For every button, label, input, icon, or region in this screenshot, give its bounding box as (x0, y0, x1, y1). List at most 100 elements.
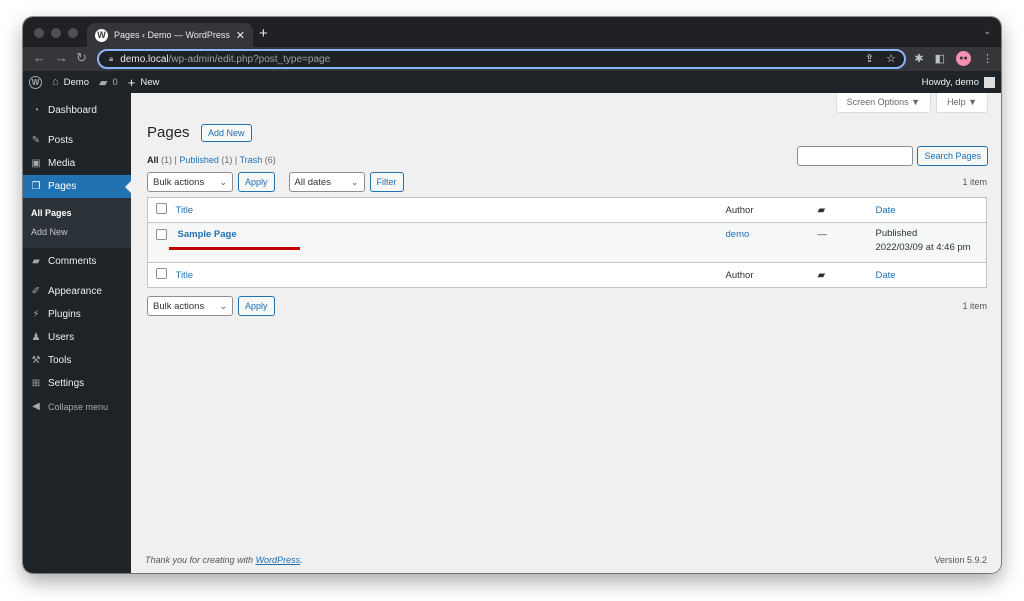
comments-icon[interactable]: ▰ (818, 205, 826, 216)
dashboard-icon: ◔ (32, 105, 40, 116)
sidebar-item-tools[interactable]: ⚒ Tools (23, 349, 131, 372)
author-column-footer: Author (725, 262, 818, 288)
author-link[interactable]: demo (726, 229, 750, 240)
browser-tab[interactable]: W Pages ‹ Demo — WordPress ✕ (87, 23, 253, 47)
forward-icon[interactable]: → (55, 50, 68, 65)
table-header-row: Title Author ▰ Date (147, 197, 987, 223)
comment-bubble-icon: ▰ (99, 76, 108, 89)
sidebar-item-media[interactable]: ▣ Media (23, 152, 131, 175)
add-new-button[interactable]: Add New (201, 124, 252, 142)
lock-icon: 🔒︎ (109, 54, 114, 63)
sidebar-item-posts[interactable]: ✎ Posts (23, 129, 131, 152)
minimize-window-button[interactable] (51, 28, 61, 38)
wordpress-logo-icon[interactable]: W (29, 75, 42, 89)
admin-sidebar: ◔ Dashboard ✎ Posts ▣ Media ❐ Pages All Page… (23, 93, 131, 573)
filter-all[interactable]: All (147, 155, 159, 165)
bulk-actions-value: Bulk actions (153, 176, 205, 188)
share-icon[interactable]: ⇪ (865, 52, 874, 65)
close-window-button[interactable] (34, 28, 44, 38)
pages-icon: ❐ (31, 181, 41, 192)
collapse-arrow-icon: ◀ (32, 401, 40, 412)
browser-menu-icon[interactable]: ⋮ (982, 52, 993, 65)
apply-button[interactable]: Apply (238, 172, 275, 192)
site-name: Demo (63, 76, 89, 88)
sidebar-item-dashboard[interactable]: ◔ Dashboard (23, 99, 131, 122)
comments-link[interactable]: ▰ 0 (99, 76, 118, 89)
select-all-checkbox[interactable] (156, 203, 167, 214)
filter-trash[interactable]: Trash (240, 155, 263, 165)
reload-icon[interactable]: ↻ (76, 50, 87, 66)
sidebar-label: Posts (48, 135, 74, 146)
browser-window: W Pages ‹ Demo — WordPress ✕ + ⌄ ← → ↻ 🔒… (23, 17, 1001, 573)
sidebar-label: Settings (48, 378, 85, 389)
title-column-footer[interactable]: Title (176, 270, 194, 281)
date-column-header[interactable]: Date (876, 205, 896, 216)
sidebar-label: Comments (48, 256, 97, 267)
user-icon: ♟ (31, 332, 41, 343)
user-account-menu[interactable]: Howdy, demo (921, 76, 995, 88)
comment-icon: ▰ (32, 256, 40, 267)
bulk-actions-value: Bulk actions (153, 300, 205, 312)
footer-thanks: Thank you for creating with WordPress. (145, 555, 303, 565)
extensions-puzzle-icon[interactable]: ✱ (914, 52, 923, 65)
new-content-link[interactable]: + New (128, 75, 160, 90)
title-column-header[interactable]: Title (176, 205, 194, 216)
pages-submenu: All Pages Add New (23, 198, 131, 248)
select-all-checkbox-bottom[interactable] (156, 268, 167, 279)
highlight-underline (169, 247, 300, 250)
tab-title: Pages ‹ Demo — WordPress (114, 30, 230, 40)
profile-avatar[interactable]: ●● (956, 51, 971, 66)
address-bar[interactable]: 🔒︎ demo.local /wp-admin/edit.php?post_ty… (97, 49, 906, 69)
chevron-down-icon: ⌄ (219, 176, 227, 187)
post-date: 2022/03/09 at 4:46 pm (875, 242, 971, 253)
date-column-footer[interactable]: Date (876, 270, 896, 281)
close-tab-icon[interactable]: ✕ (236, 29, 245, 42)
collapse-label: Collapse menu (48, 401, 109, 412)
page-title: Pages (147, 124, 190, 141)
sidebar-item-comments[interactable]: ▰ Comments (23, 250, 131, 273)
sidebar-label: Tools (48, 355, 72, 366)
submenu-all-pages[interactable]: All Pages (23, 204, 131, 223)
sidebar-label: Media (48, 158, 76, 169)
url-path: /wp-admin/edit.php?post_type=page (168, 53, 331, 65)
bulk-actions-select-bottom[interactable]: Bulk actions ⌄ (147, 296, 233, 316)
wordpress-link[interactable]: WordPress (256, 555, 301, 565)
search-input[interactable] (797, 146, 914, 166)
page-title-link[interactable]: Sample Page (176, 229, 237, 240)
filter-button[interactable]: Filter (369, 172, 404, 192)
sidebar-label: Plugins (48, 309, 81, 320)
new-tab-icon[interactable]: + (259, 25, 268, 42)
sidebar-label: Pages (48, 181, 77, 192)
bulk-actions-select[interactable]: Bulk actions ⌄ (147, 172, 233, 192)
row-checkbox[interactable] (156, 229, 167, 240)
apply-button-bottom[interactable]: Apply (238, 296, 275, 316)
back-icon[interactable]: ← (33, 50, 46, 65)
bookmark-star-icon[interactable]: ☆ (886, 52, 896, 65)
screen-options-button[interactable]: Screen Options ▼ (835, 93, 932, 113)
site-name-link[interactable]: ⌂ Demo (52, 76, 89, 88)
collapse-menu-button[interactable]: ◀ Collapse menu (23, 395, 131, 418)
maximize-window-button[interactable] (68, 28, 78, 38)
comments-icon[interactable]: ▰ (818, 270, 826, 281)
wp-admin-bar: W ⌂ Demo ▰ 0 + New Howdy, demo (23, 71, 1001, 93)
tab-search-chevron-icon[interactable]: ⌄ (983, 26, 991, 37)
howdy-text: Howdy, demo (921, 76, 979, 88)
url-host: demo.local (120, 53, 169, 65)
sidebar-item-settings[interactable]: ⊞ Settings (23, 372, 131, 395)
published-count: (1) (221, 155, 233, 165)
sidebar-item-appearance[interactable]: ✐ Appearance (23, 280, 131, 303)
comments-count: — (817, 229, 828, 240)
search-pages-button[interactable]: Search Pages (917, 146, 988, 166)
dates-select[interactable]: All dates ⌄ (288, 172, 365, 192)
home-icon: ⌂ (52, 76, 59, 88)
sidebar-item-plugins[interactable]: ⚡︎ Plugins (23, 303, 131, 326)
side-panel-icon[interactable]: ◧ (935, 52, 945, 65)
tab-strip: W Pages ‹ Demo — WordPress ✕ + ⌄ (23, 17, 1001, 47)
chevron-down-icon: ⌄ (219, 300, 227, 311)
filter-published[interactable]: Published (179, 155, 219, 165)
table-row: Sample Page demo — Published 2022/03/09 … (147, 222, 987, 263)
help-button[interactable]: Help ▼ (936, 93, 988, 113)
submenu-add-new[interactable]: Add New (23, 223, 131, 242)
sidebar-item-pages[interactable]: ❐ Pages (23, 175, 131, 198)
sidebar-item-users[interactable]: ♟ Users (23, 326, 131, 349)
